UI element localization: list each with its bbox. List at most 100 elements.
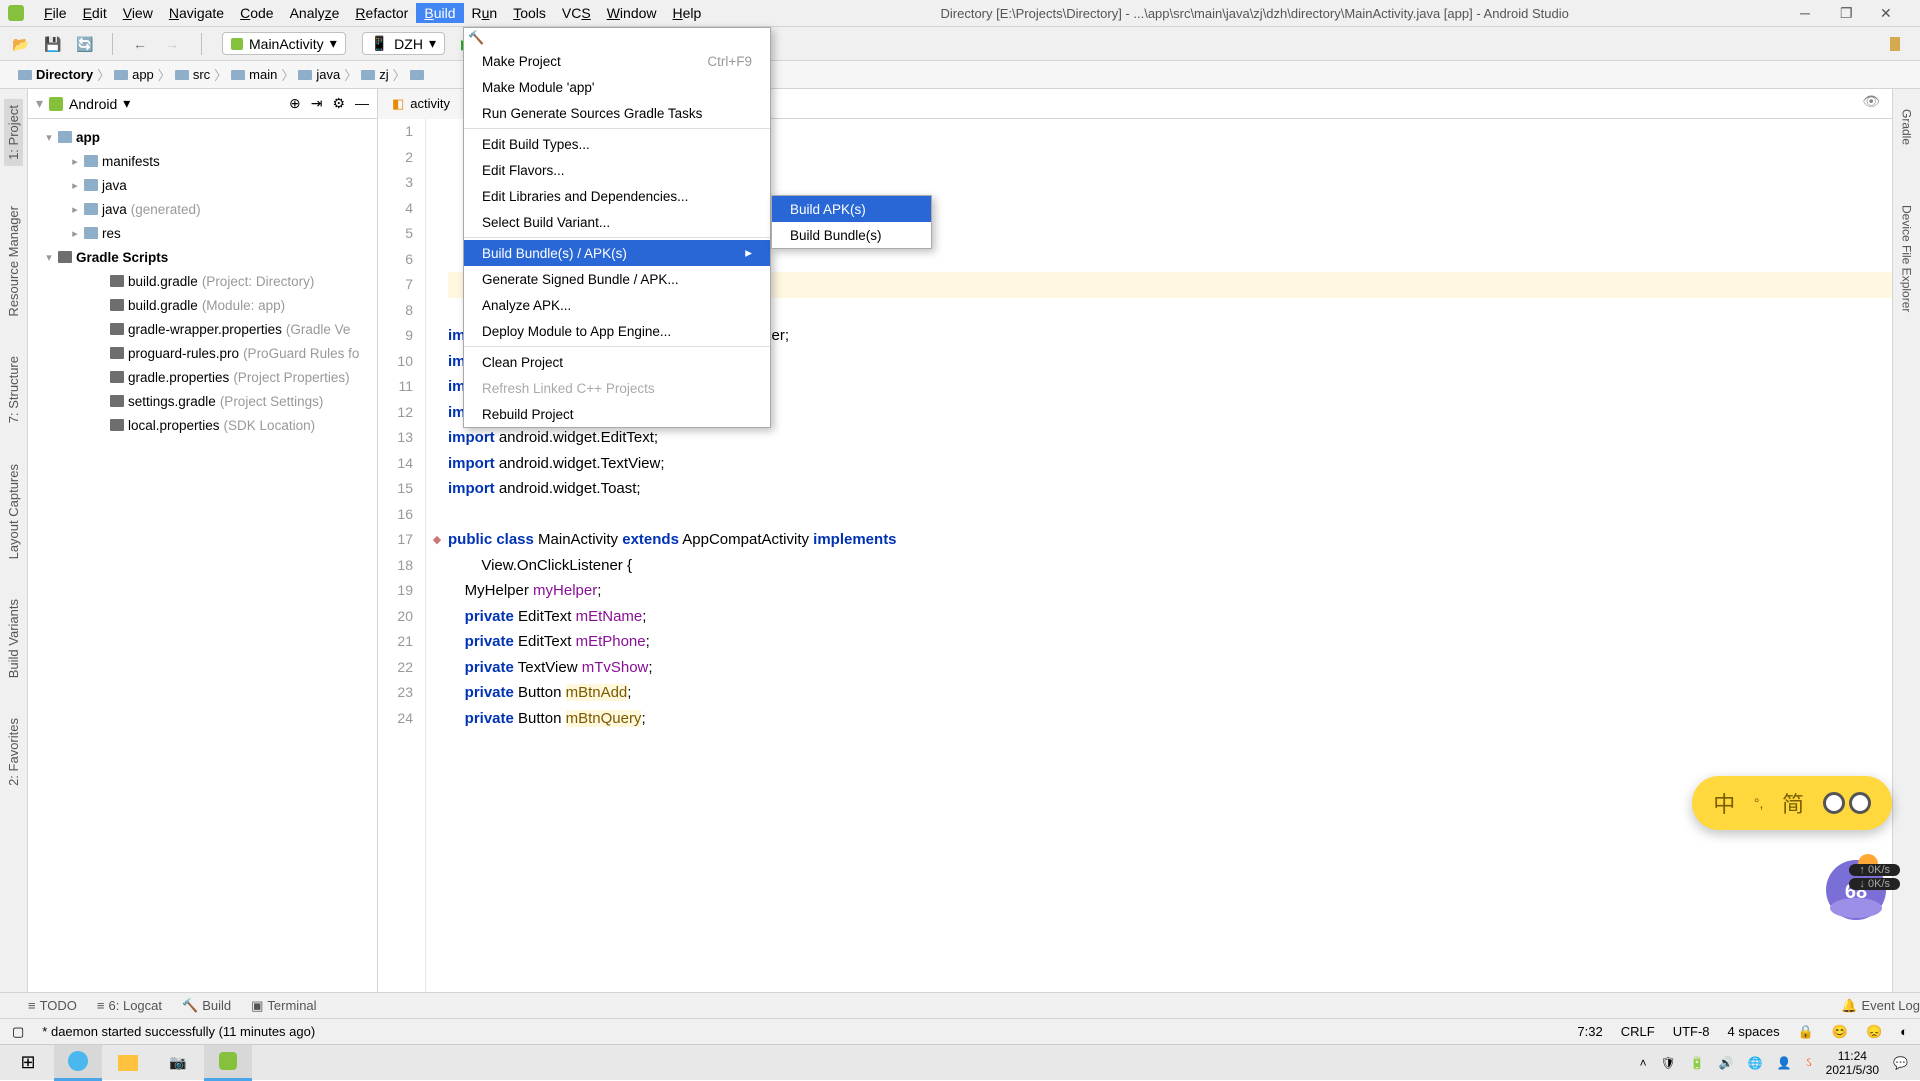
menu-item[interactable]: Edit Flavors...	[464, 157, 770, 183]
minimize-button[interactable]: ─	[1800, 5, 1816, 21]
tool-logcat[interactable]: ≡ 6: Logcat	[97, 998, 162, 1013]
tree-node[interactable]: build.gradle (Project: Directory)	[28, 269, 377, 293]
tray-network-icon[interactable]: 🌐	[1748, 1056, 1763, 1070]
menu-edit[interactable]: Edit	[75, 3, 115, 23]
dropdown-arrow-icon[interactable]: ▾	[123, 95, 130, 112]
submenu-item[interactable]: Build APK(s)	[772, 196, 931, 222]
taskbar-app-android-studio[interactable]	[204, 1045, 252, 1081]
tool-project[interactable]: 1: Project	[4, 99, 23, 166]
expand-icon[interactable]	[1890, 37, 1900, 51]
tree-node[interactable]: ▾app	[28, 125, 377, 149]
indent-setting[interactable]: 4 spaces	[1728, 1024, 1780, 1039]
tree-view-label[interactable]: Android	[69, 96, 117, 112]
start-button[interactable]: ⊞	[4, 1045, 52, 1081]
breadcrumb-item[interactable]: Directory	[18, 67, 93, 82]
event-log-button[interactable]: 🔔 Event Log	[1841, 998, 1920, 1014]
menu-run[interactable]: Run	[464, 3, 506, 23]
breadcrumb-item[interactable]	[410, 70, 424, 80]
tool-structure[interactable]: 7: Structure	[6, 356, 21, 423]
menu-view[interactable]: View	[115, 3, 161, 23]
tree-node[interactable]: build.gradle (Module: app)	[28, 293, 377, 317]
line-separator[interactable]: CRLF	[1621, 1024, 1655, 1039]
back-icon[interactable]: ←	[133, 36, 149, 52]
sync-icon[interactable]: 🔄	[76, 36, 92, 52]
tray-app-icon[interactable]: ઽ	[1806, 1055, 1812, 1070]
face-sad-icon[interactable]: 😞	[1866, 1024, 1882, 1040]
clock[interactable]: 11:24 2021/5/30	[1826, 1049, 1879, 1077]
inspections-icon[interactable]: 👁	[1862, 93, 1880, 110]
notifications-icon[interactable]: 💬	[1893, 1056, 1908, 1070]
tool-build-variants[interactable]: Build Variants	[6, 599, 21, 678]
tree-node[interactable]: ▸res	[28, 221, 377, 245]
tray-battery-icon[interactable]: 🔋	[1690, 1056, 1705, 1070]
editor-tab[interactable]: ◧ activity	[378, 89, 465, 119]
tree-node[interactable]: ▾Gradle Scripts	[28, 245, 377, 269]
breadcrumb-item[interactable]: main	[231, 67, 277, 82]
tool-gradle[interactable]: Gradle	[1900, 109, 1914, 145]
menu-item[interactable]: Build Bundle(s) / APK(s)▸	[464, 240, 770, 266]
menu-item[interactable]: Rebuild Project	[464, 401, 770, 427]
open-icon[interactable]: 📂	[12, 36, 28, 52]
status-icon[interactable]: ▢	[12, 1024, 24, 1040]
save-icon[interactable]: 💾	[44, 36, 60, 52]
tree-node[interactable]: ▸manifests	[28, 149, 377, 173]
menu-code[interactable]: Code	[232, 3, 281, 23]
taskbar-app-browser[interactable]	[54, 1045, 102, 1081]
tool-layout-captures[interactable]: Layout Captures	[6, 464, 21, 559]
tray-volume-icon[interactable]: 🔊	[1719, 1056, 1734, 1070]
forward-icon[interactable]: →	[165, 36, 181, 52]
menu-file[interactable]: File	[36, 3, 75, 23]
tree-node[interactable]: gradle-wrapper.properties (Gradle Ve	[28, 317, 377, 341]
menu-item[interactable]: Edit Libraries and Dependencies...	[464, 183, 770, 209]
tree-arrow-icon[interactable]: ▾	[36, 95, 43, 112]
menu-item[interactable]: Edit Build Types...	[464, 131, 770, 157]
lock-icon[interactable]: 🔒	[1798, 1024, 1814, 1040]
ime-mode[interactable]: 简	[1782, 787, 1804, 819]
taskbar-app-camera[interactable]: 📷	[154, 1045, 202, 1081]
run-config-selector[interactable]: MainActivity ▾	[222, 32, 346, 55]
file-encoding[interactable]: UTF-8	[1673, 1024, 1710, 1039]
menu-help[interactable]: Help	[665, 3, 710, 23]
submenu-item[interactable]: Build Bundle(s)	[772, 222, 931, 248]
tree-node[interactable]: settings.gradle (Project Settings)	[28, 389, 377, 413]
menu-item[interactable]: Analyze APK...	[464, 292, 770, 318]
menu-item[interactable]: Clean Project	[464, 349, 770, 375]
close-button[interactable]: ✕	[1880, 5, 1896, 21]
tray-chevron-icon[interactable]: ˄	[1640, 1056, 1647, 1070]
breadcrumb-item[interactable]: java	[298, 67, 340, 82]
face-happy-icon[interactable]: 😊	[1832, 1024, 1848, 1040]
tree-node[interactable]: gradle.properties (Project Properties)	[28, 365, 377, 389]
menu-item[interactable]: Run Generate Sources Gradle Tasks	[464, 100, 770, 126]
menu-build[interactable]: Build	[416, 3, 463, 23]
tray-ime-icon[interactable]: 👤	[1777, 1056, 1792, 1070]
menu-tools[interactable]: Tools	[505, 3, 554, 23]
breadcrumb-item[interactable]: src	[175, 67, 210, 82]
tool-favorites[interactable]: 2: Favorites	[6, 718, 21, 786]
tool-terminal[interactable]: ▣ Terminal	[251, 998, 316, 1014]
taskbar-app-explorer[interactable]	[104, 1045, 152, 1081]
menu-navigate[interactable]: Navigate	[161, 3, 232, 23]
menu-item[interactable]: Select Build Variant...	[464, 209, 770, 235]
breadcrumb-item[interactable]: app	[114, 67, 154, 82]
menu-item[interactable]: Make ProjectCtrl+F9	[464, 48, 770, 74]
tree-node[interactable]: local.properties (SDK Location)	[28, 413, 377, 437]
breadcrumb-item[interactable]: zj	[361, 67, 388, 82]
tool-build[interactable]: Build	[182, 998, 231, 1014]
menu-vcs[interactable]: VCS	[554, 3, 599, 23]
tool-resource-manager[interactable]: Resource Manager	[6, 206, 21, 317]
target-icon[interactable]: ⊕	[289, 95, 301, 112]
menu-refactor[interactable]: Refactor	[347, 3, 416, 23]
hide-icon[interactable]: —	[355, 95, 369, 112]
tree-node[interactable]: ▸java (generated)	[28, 197, 377, 221]
device-selector[interactable]: 📱 DZH ▾	[362, 32, 445, 55]
ime-lang[interactable]: 中	[1713, 787, 1735, 819]
tray-security-icon[interactable]: 🛡	[1661, 1056, 1676, 1070]
tree-node[interactable]: ▸java	[28, 173, 377, 197]
tree-node[interactable]: proguard-rules.pro (ProGuard Rules fo	[28, 341, 377, 365]
settings-icon[interactable]: ⚙	[332, 95, 345, 112]
tool-todo[interactable]: ≡ TODO	[28, 998, 77, 1013]
processes-icon[interactable]: ◐	[1900, 1024, 1908, 1039]
tool-device-file-explorer[interactable]: Device File Explorer	[1900, 205, 1914, 312]
ime-widget[interactable]: 中 °, 简	[1692, 776, 1892, 830]
menu-window[interactable]: Window	[599, 3, 665, 23]
